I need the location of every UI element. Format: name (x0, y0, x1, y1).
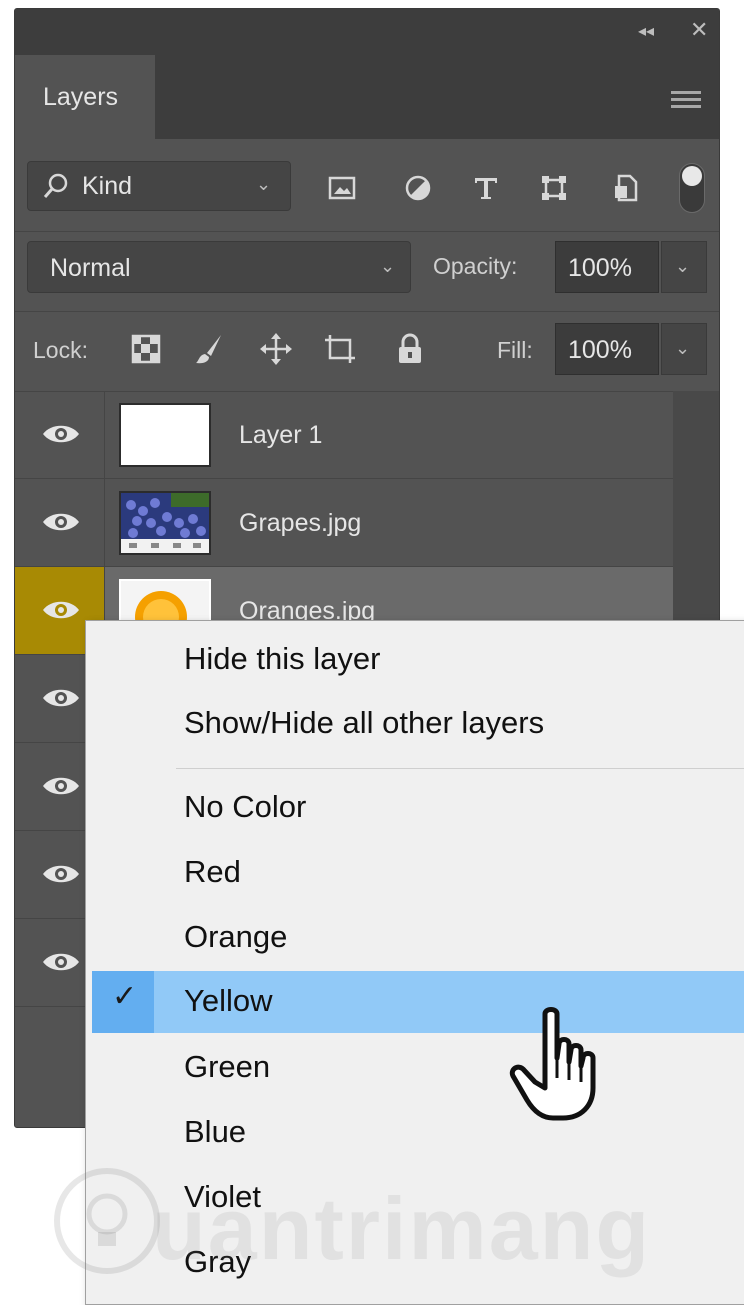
visibility-toggle[interactable] (15, 391, 105, 478)
search-icon (43, 173, 68, 198)
checkmark-icon: ✓ (112, 980, 138, 1013)
menu-item-no-color[interactable]: No Color (86, 777, 744, 839)
screenshot: ◂◂ ✕ Layers Kind ⌄ Normal ⌄ Opacity: 100… (0, 0, 744, 1305)
collapse-panel-icon[interactable]: ◂◂ (638, 21, 654, 41)
filter-row: Kind ⌄ (15, 139, 719, 231)
close-panel-icon[interactable]: ✕ (690, 17, 708, 43)
watermark: uantrimang (52, 1160, 712, 1280)
tab-layers[interactable]: Layers (15, 55, 155, 139)
eye-icon (43, 425, 79, 443)
fill-input[interactable]: 100% (555, 323, 659, 375)
layer-row[interactable]: Grapes.jpg (15, 479, 673, 567)
lock-artboard-icon[interactable] (323, 331, 357, 367)
opacity-label: Opacity: (433, 253, 518, 279)
fill-label: Fill: (497, 337, 533, 363)
eye-icon (43, 601, 79, 619)
layer-thumbnail (119, 491, 211, 555)
lock-label: Lock: (33, 337, 88, 363)
menu-item-blue[interactable]: Blue (86, 1102, 744, 1164)
kind-filter-select[interactable]: Kind ⌄ (27, 161, 291, 211)
eye-icon (43, 777, 79, 795)
menu-separator (176, 768, 744, 769)
menu-item-label: Blue (184, 1114, 247, 1149)
menu-item-yellow[interactable]: ✓ Yellow (92, 971, 744, 1033)
menu-item-label: Yellow (184, 983, 273, 1018)
shape-filter-icon[interactable] (539, 173, 569, 203)
lock-row: Lock: Fill: 100% ⌄ (15, 311, 719, 391)
blend-row: Normal ⌄ Opacity: 100% ⌄ (15, 231, 719, 311)
hand-pointer-cursor-icon (509, 1007, 596, 1121)
menu-item-label: No Color (184, 789, 307, 824)
tab-layers-label: Layers (43, 83, 119, 111)
visibility-toggle[interactable] (15, 479, 105, 566)
fill-dropdown-button[interactable]: ⌄ (661, 323, 707, 375)
lock-image-pixels-icon[interactable] (193, 331, 227, 367)
check-cell: ✓ (92, 971, 154, 1033)
watermark-text: uantrimang (152, 1179, 652, 1278)
menu-item-label: Hide this layer (184, 641, 381, 676)
layer-row[interactable]: Layer 1 (15, 391, 673, 479)
eye-icon (43, 513, 79, 531)
blend-mode-value: Normal (50, 254, 131, 282)
blend-mode-select[interactable]: Normal ⌄ (27, 241, 411, 293)
smart-object-filter-icon[interactable] (611, 173, 641, 203)
chevron-down-icon: ⌄ (256, 174, 272, 194)
eye-icon (43, 953, 79, 971)
chevron-down-icon: ⌄ (380, 256, 396, 276)
menu-item-label: Green (184, 1049, 271, 1084)
menu-item-green[interactable]: Green (86, 1037, 744, 1099)
adjustment-filter-icon[interactable] (403, 173, 433, 203)
fill-value: 100% (568, 336, 632, 364)
lock-transparent-pixels-icon[interactable] (129, 331, 163, 367)
chevron-down-icon: ⌄ (675, 338, 691, 358)
menu-item-orange[interactable]: Orange (86, 907, 744, 969)
opacity-input[interactable]: 100% (555, 241, 659, 293)
panel-titlebar: ◂◂ ✕ (15, 9, 719, 55)
chevron-down-icon: ⌄ (675, 256, 691, 276)
menu-item-red[interactable]: Red (86, 842, 744, 904)
toggle-knob (682, 166, 702, 186)
panel-tab-row: Layers (15, 55, 719, 139)
lightbulb-logo-icon (54, 1168, 160, 1274)
eye-icon (43, 865, 79, 883)
filter-toggle-switch[interactable] (679, 163, 705, 213)
eye-icon (43, 689, 79, 707)
lock-position-icon[interactable] (259, 331, 293, 367)
type-filter-icon[interactable] (471, 173, 501, 203)
menu-item-label: Red (184, 854, 241, 889)
kind-filter-label: Kind (82, 172, 133, 200)
layer-name: Layer 1 (239, 421, 323, 449)
opacity-dropdown-button[interactable]: ⌄ (661, 241, 707, 293)
menu-item-show-hide-other-layers[interactable]: Show/Hide all other layers (86, 693, 744, 755)
opacity-value: 100% (568, 254, 632, 282)
image-filter-icon[interactable] (327, 173, 357, 203)
layer-thumbnail (119, 403, 211, 467)
lock-all-icon[interactable] (393, 331, 427, 367)
menu-item-label: Orange (184, 919, 288, 954)
layer-name: Grapes.jpg (239, 509, 362, 537)
menu-item-label: Show/Hide all other layers (184, 705, 545, 740)
menu-item-hide-this-layer[interactable]: Hide this layer (86, 629, 744, 691)
panel-menu-icon[interactable] (671, 91, 701, 109)
